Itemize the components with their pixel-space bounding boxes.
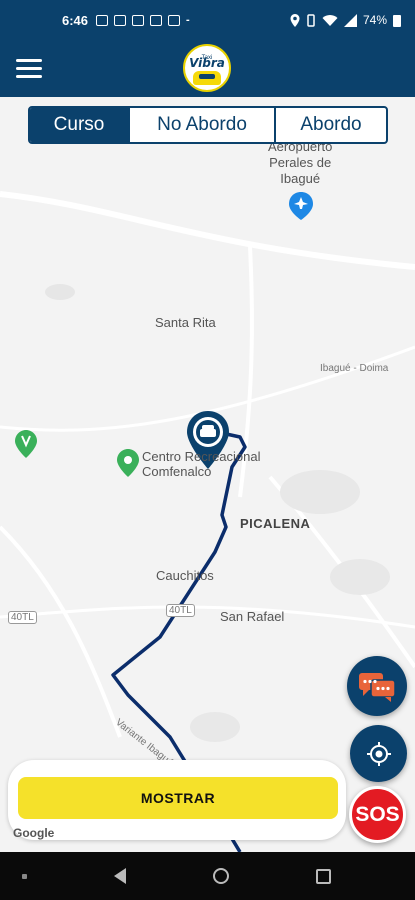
mail-icon (132, 14, 145, 26)
map-road (0, 191, 415, 270)
santa-rita-label: Santa Rita (155, 315, 216, 330)
signal-icon (343, 13, 357, 27)
twitter-icon (150, 14, 163, 26)
chat-icon (359, 673, 396, 702)
system-nav-bar (0, 852, 415, 900)
notification-icons: - (96, 14, 190, 26)
home-icon[interactable] (212, 868, 229, 884)
battery-level: 74% (362, 13, 387, 27)
google-logo: Google (13, 826, 55, 840)
place-pin-icon[interactable] (117, 449, 139, 477)
status-dash: - (186, 14, 190, 26)
crosshair-icon (366, 741, 391, 766)
recent-apps-icon[interactable] (316, 868, 332, 884)
airport-pin-icon[interactable] (289, 192, 313, 220)
notification-icon (96, 14, 109, 26)
centro-label: Centro Recreacional Comfenalco (142, 449, 261, 479)
route-shield: 40TL (8, 611, 37, 624)
laptop-icon (168, 14, 181, 26)
park-pin-icon[interactable] (15, 430, 37, 458)
mail-icon (114, 14, 127, 26)
map-area (280, 470, 360, 514)
battery-icon (393, 14, 401, 27)
app-logo: Taxi Vibra (183, 44, 231, 92)
tab-abordo[interactable]: Abordo (274, 108, 386, 142)
centro-label-line: Comfenalco (142, 464, 212, 479)
status-time: 6:46 (62, 12, 89, 28)
back-icon[interactable] (113, 868, 126, 884)
airport-label-line: Perales de (269, 155, 332, 170)
nav-indicator (22, 874, 27, 879)
menu-button[interactable] (16, 59, 42, 79)
cauchitos-label: Cauchitos (156, 568, 214, 583)
tab-curso[interactable]: Curso (30, 108, 128, 142)
wifi-icon (322, 14, 338, 26)
map-area (190, 712, 240, 742)
my-location-button[interactable] (350, 725, 407, 782)
bottom-sheet: MOSTRAR (8, 760, 346, 840)
vibrate-icon (307, 13, 315, 27)
map-road (0, 525, 122, 738)
route-shield: 40TL (166, 604, 195, 617)
app-screen: 6:46 - 74% Taxi Vibra Aeropuerto Perales… (0, 0, 415, 900)
tab-no-abordo[interactable]: No Abordo (128, 108, 274, 142)
san-rafael-label: San Rafael (220, 609, 285, 624)
centro-label-line: Centro Recreacional (142, 449, 261, 464)
hamburger-icon (16, 59, 42, 62)
map-area (45, 284, 75, 300)
chat-button[interactable] (347, 656, 407, 716)
road-label: Ibagué - Doima (320, 363, 389, 374)
location-icon (290, 13, 300, 27)
status-bar: 6:46 - 74% (0, 0, 415, 40)
taxi-icon (193, 71, 221, 85)
airport-label: Aeropuerto Perales de Ibagué (268, 139, 332, 187)
hamburger-line (16, 75, 42, 78)
show-button[interactable]: MOSTRAR (18, 777, 338, 819)
map-area (330, 559, 390, 595)
picalena-label: PICALENA (240, 516, 311, 531)
system-icons: 74% (290, 13, 401, 27)
airport-label-line: Ibagué (280, 171, 321, 186)
sos-button[interactable]: SOS (349, 786, 406, 843)
trip-status-tabs: Curso No Abordo Abordo (28, 106, 388, 144)
logo-text: Vibra (189, 56, 225, 70)
hamburger-line (16, 67, 42, 70)
